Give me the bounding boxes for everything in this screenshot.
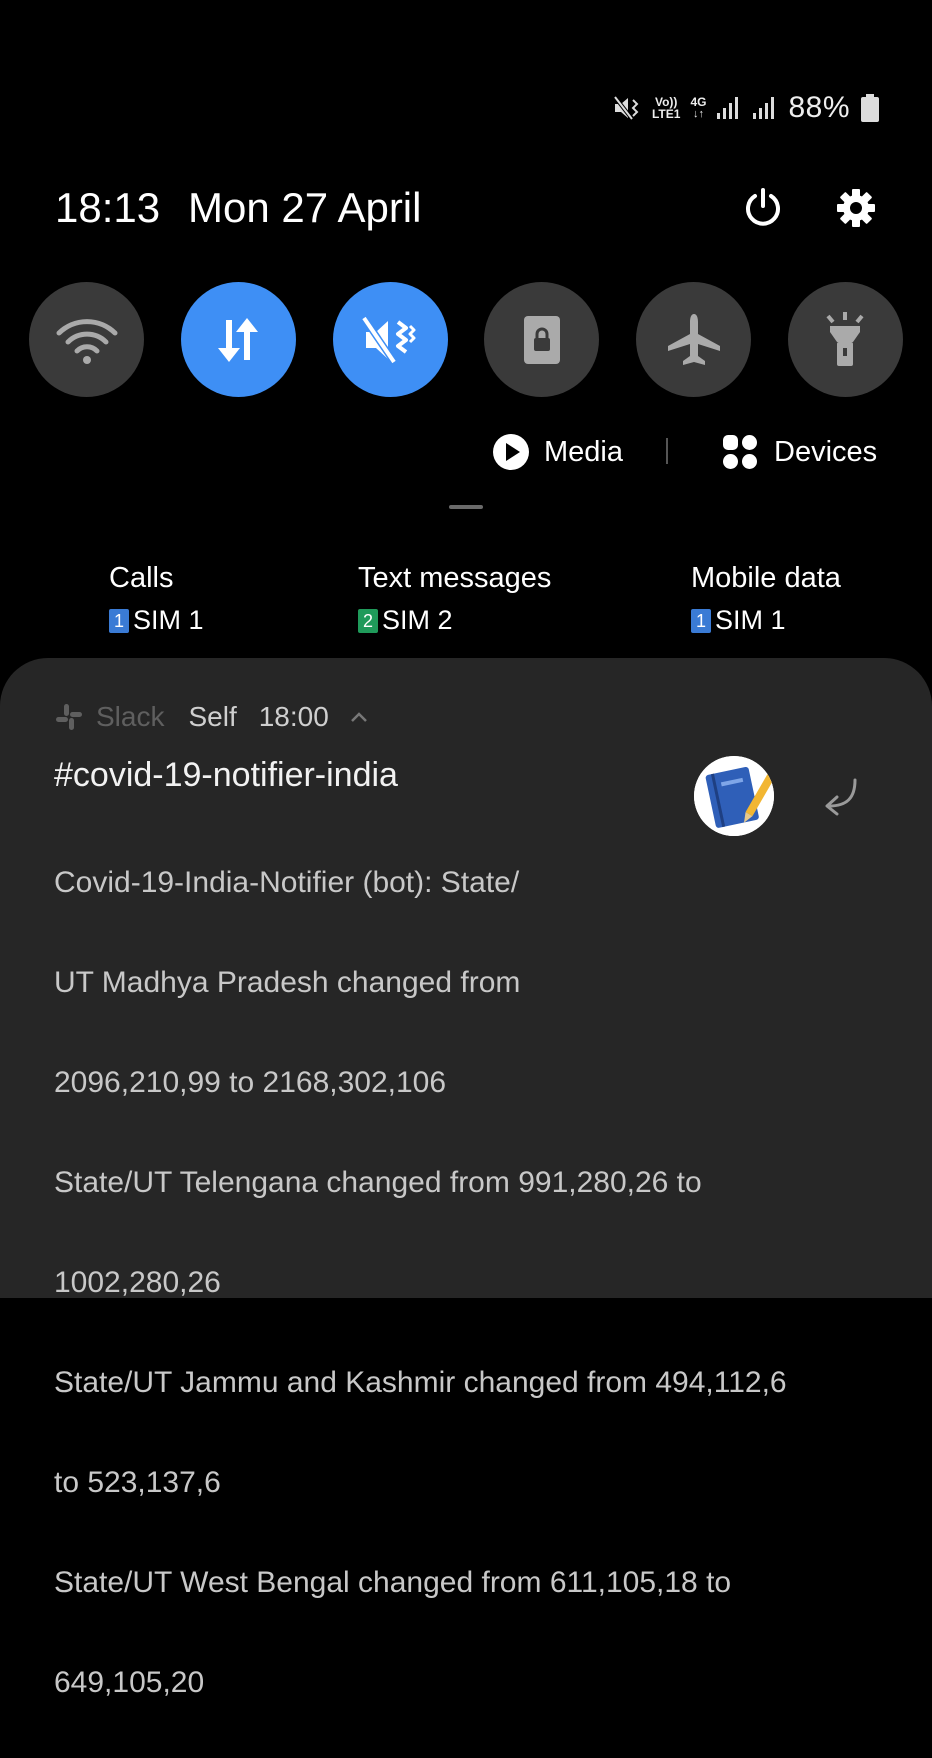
sound-mode-tile[interactable]	[332, 282, 448, 397]
notification-time: 18:00	[258, 701, 329, 732]
flashlight-tile[interactable]	[787, 282, 903, 397]
battery-percent: 88%	[788, 91, 850, 124]
volte-icon: Vo)) LTE1	[651, 95, 681, 121]
body-line: State/UT Jammu and Kashmir changed from …	[54, 1366, 787, 1399]
sim1-badge: 1	[691, 608, 711, 633]
clock[interactable]: 18:13	[55, 184, 160, 232]
body-line: 2096,210,99 to 2168,302,106	[54, 1066, 447, 1099]
body-line: 1002,280,26	[54, 1266, 221, 1299]
lock-icon	[523, 315, 560, 364]
power-icon	[746, 188, 780, 226]
notification-title: #covid-19-notifier-india	[54, 756, 398, 794]
body-line: Covid-19-India-Notifier (bot): State/	[54, 866, 520, 899]
sim-calls[interactable]: Calls 1 SIM 1	[109, 562, 204, 636]
date[interactable]: Mon 27 April	[188, 184, 421, 232]
notebook-icon	[694, 756, 774, 836]
sim-texts-label: Text messages	[358, 562, 552, 594]
airplane-mode-tile[interactable]	[636, 282, 752, 397]
play-icon	[493, 434, 529, 470]
sim2-badge: 2	[358, 608, 378, 633]
power-button[interactable]	[739, 184, 787, 232]
signal-sim1-icon	[716, 95, 742, 121]
sim1-badge: 1	[109, 608, 129, 633]
body-line: State/UT Telengana changed from 991,280,…	[54, 1166, 702, 1199]
notification-sender: Self	[188, 701, 237, 732]
sim-data-value: SIM 1	[715, 605, 786, 635]
app-name: Slack	[96, 701, 165, 732]
battery-icon	[860, 93, 880, 123]
notification-header: Slack Self 18:00	[54, 700, 369, 734]
sim-calls-label: Calls	[109, 562, 174, 594]
panel-drag-handle[interactable]	[449, 505, 483, 509]
sim-texts[interactable]: Text messages 2 SIM 2	[358, 562, 551, 636]
avatar	[694, 756, 774, 836]
body-line: UT Madhya Pradesh changed from	[54, 966, 521, 999]
reply-arrow-icon	[825, 778, 857, 816]
network-4g-icon: 4G ↓↑	[690, 95, 707, 120]
devices-grid-icon	[723, 435, 757, 469]
sim-calls-value: SIM 1	[133, 605, 204, 635]
wifi-tile[interactable]	[29, 282, 144, 397]
flashlight-icon	[826, 311, 865, 366]
sim-data[interactable]: Mobile data 1 SIM 1	[691, 562, 841, 636]
divider	[666, 438, 668, 464]
media-button[interactable]: Media	[492, 428, 623, 476]
slack-icon	[56, 704, 82, 730]
reply-button[interactable]	[810, 770, 870, 822]
quick-settings-tiles	[29, 282, 903, 397]
gear-icon	[837, 189, 875, 227]
wifi-icon	[56, 318, 117, 364]
body-line: to 523,137,6	[54, 1466, 221, 1499]
notification-body: Covid-19-India-Notifier (bot): State/ UT…	[54, 808, 874, 1758]
body-line: State/UT West Bengal changed from 611,10…	[54, 1566, 732, 1599]
data-transfer-icon	[218, 317, 259, 362]
signal-sim2-icon	[752, 95, 778, 121]
devices-label: Devices	[774, 435, 878, 468]
sim-data-label: Mobile data	[691, 562, 841, 594]
mute-vibrate-icon	[361, 315, 416, 364]
settings-button[interactable]	[832, 184, 880, 232]
body-line: 649,105,20	[54, 1666, 205, 1699]
airplane-icon	[667, 313, 720, 365]
mobile-data-tile[interactable]	[180, 282, 296, 397]
media-label: Media	[544, 435, 623, 468]
media-devices-row: Media Devices	[0, 428, 932, 476]
status-bar: Vo)) LTE1 4G ↓↑ 88%	[612, 88, 880, 128]
collapse-chevron-icon[interactable]	[349, 710, 369, 724]
screen-lock-tile[interactable]	[484, 282, 600, 397]
devices-button[interactable]: Devices	[722, 428, 877, 476]
mute-vibrate-status-icon	[612, 93, 642, 123]
sim-texts-value: SIM 2	[382, 605, 453, 635]
